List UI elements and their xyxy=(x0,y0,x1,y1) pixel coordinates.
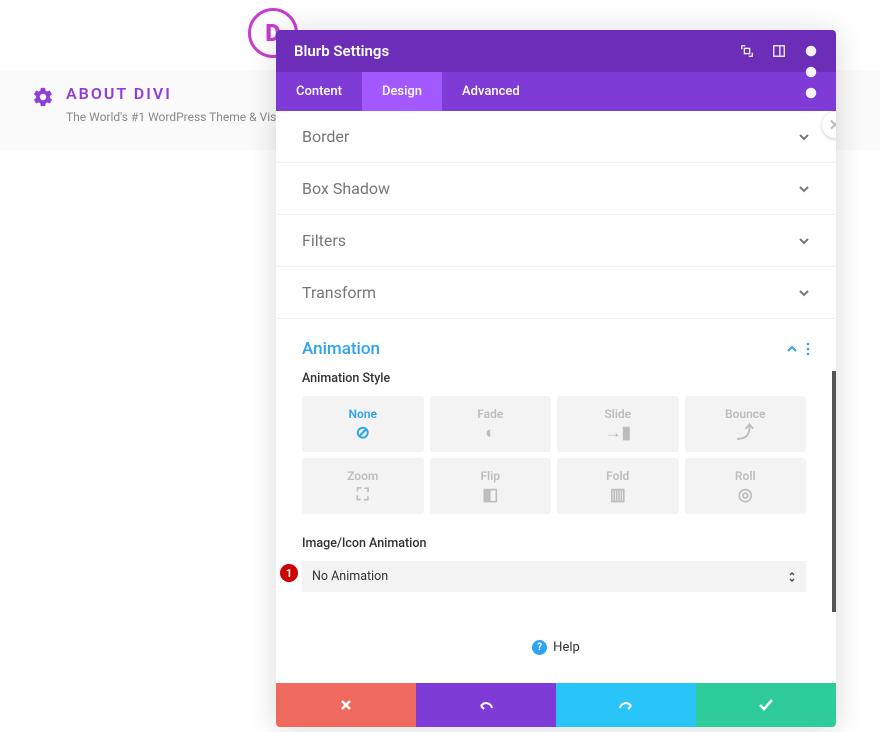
animation-fold[interactable]: Fold ▥ xyxy=(557,458,679,514)
section-transform[interactable]: Transform xyxy=(276,267,836,319)
image-icon-animation-select[interactable]: No Animation xyxy=(302,561,806,592)
page-headline: ABOUT DIVI xyxy=(66,84,172,103)
slide-icon: →▮ xyxy=(605,425,631,442)
expand-icon[interactable] xyxy=(740,44,754,58)
gear-icon xyxy=(32,86,54,108)
animation-bounce[interactable]: Bounce ⤴ xyxy=(685,396,807,452)
discard-button[interactable] xyxy=(276,683,416,727)
tabs: Content Design Advanced xyxy=(276,72,836,111)
roll-icon: ◎ xyxy=(738,487,753,504)
undo-button[interactable] xyxy=(416,683,556,727)
kebab-icon[interactable] xyxy=(806,342,810,356)
tab-content[interactable]: Content xyxy=(276,72,362,111)
redo-button[interactable] xyxy=(556,683,696,727)
animation-fade[interactable]: Fade ◐ xyxy=(430,396,552,452)
panel-title: Blurb Settings xyxy=(294,42,389,60)
bounce-icon: ⤴ xyxy=(737,425,754,442)
animation-slide[interactable]: Slide →▮ xyxy=(557,396,679,452)
chevron-down-icon xyxy=(798,131,810,143)
tab-design[interactable]: Design xyxy=(362,72,442,111)
none-icon: ⊘ xyxy=(356,425,370,442)
settings-panel: Blurb Settings Content Design Advanced ✕… xyxy=(276,30,836,727)
image-icon-animation-label: Image/Icon Animation xyxy=(302,536,806,551)
select-chevrons-icon xyxy=(788,571,796,583)
animation-zoom[interactable]: Zoom ⛶ xyxy=(302,458,424,514)
fade-icon: ◐ xyxy=(485,425,495,442)
section-animation-header[interactable]: Animation xyxy=(276,319,836,371)
tab-advanced[interactable]: Advanced xyxy=(442,72,540,111)
help-icon: ? xyxy=(532,640,547,655)
animation-none[interactable]: None ⊘ xyxy=(302,396,424,452)
animation-flip[interactable]: Flip ◧ xyxy=(430,458,552,514)
section-border[interactable]: Border xyxy=(276,111,836,163)
save-button[interactable] xyxy=(696,683,836,727)
section-box-shadow[interactable]: Box Shadow xyxy=(276,163,836,215)
chevron-up-icon xyxy=(786,343,798,355)
chevron-down-icon xyxy=(798,183,810,195)
animation-roll[interactable]: Roll ◎ xyxy=(685,458,807,514)
callout-marker: 1 xyxy=(280,564,298,582)
flip-icon: ◧ xyxy=(482,487,498,504)
kebab-icon[interactable] xyxy=(804,44,818,58)
sidebar-icon[interactable] xyxy=(772,44,786,58)
section-filters[interactable]: Filters xyxy=(276,215,836,267)
zoom-icon: ⛶ xyxy=(357,487,369,504)
page-subtitle: The World's #1 WordPress Theme & Visual xyxy=(66,110,292,124)
chevron-down-icon xyxy=(798,235,810,247)
animation-style-label: Animation Style xyxy=(302,371,806,386)
chevron-down-icon xyxy=(798,287,810,299)
fold-icon: ▥ xyxy=(610,487,626,504)
help-link[interactable]: ? Help xyxy=(276,612,836,683)
